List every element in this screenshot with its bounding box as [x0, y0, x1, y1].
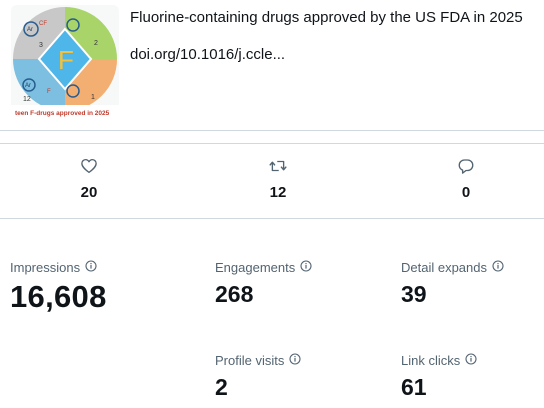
link-card-domain[interactable]: doi.org/10.1016/j.ccle...	[130, 46, 285, 63]
thumb-count-1: 1	[91, 94, 95, 101]
thumb-banner-text: teen F-drugs approved in 2025	[15, 110, 110, 117]
retweet-button[interactable]: 12	[248, 157, 308, 201]
impressions-value: 16,608	[10, 279, 107, 314]
engagements-metric: Engagements 268	[215, 260, 312, 308]
reply-button[interactable]: 0	[436, 157, 496, 201]
heart-icon	[81, 158, 97, 174]
info-icon[interactable]	[289, 353, 301, 368]
thumb-letter-f: F	[58, 45, 74, 75]
engagements-label: Engagements	[215, 260, 296, 275]
reply-count: 0	[461, 184, 471, 201]
like-count: 20	[80, 184, 98, 201]
info-icon[interactable]	[85, 260, 97, 275]
thumb-label-ar-f: Ar	[25, 83, 31, 89]
profile-visits-value: 2	[215, 374, 228, 400]
thumb-count-3: 3	[39, 42, 43, 49]
fluorine-drugs-graphic: Ar CF 3 2 12 1 Ar F F teen F-drugs appro…	[11, 7, 119, 117]
info-icon[interactable]	[492, 260, 504, 275]
link-clicks-value: 61	[401, 374, 427, 400]
impressions-metric: Impressions 16,608	[10, 260, 107, 315]
thumb-count-2: 2	[94, 40, 98, 47]
retweet-icon	[269, 160, 287, 172]
thumb-count-12: 12	[23, 96, 31, 103]
profile-visits-label: Profile visits	[215, 353, 285, 368]
detail-expands-value: 39	[401, 281, 427, 307]
retweet-count: 12	[269, 184, 287, 201]
link-clicks-metric: Link clicks 61	[401, 353, 477, 401]
engagements-value: 268	[215, 281, 254, 307]
info-icon[interactable]	[465, 353, 477, 368]
link-card-title[interactable]: Fluorine-containing drugs approved by th…	[130, 9, 523, 26]
thumb-label-cf3: CF	[39, 21, 47, 27]
profile-visits-metric: Profile visits 2	[215, 353, 301, 401]
thumb-label-f-x: F	[47, 89, 51, 95]
detail-expands-label: Detail expands	[401, 260, 487, 275]
like-button[interactable]: 20	[59, 157, 119, 201]
detail-expands-metric: Detail expands 39	[401, 260, 504, 308]
reply-icon	[458, 159, 474, 174]
info-icon[interactable]	[300, 260, 312, 275]
link-clicks-label: Link clicks	[401, 353, 461, 368]
thumb-label-ar-cf3: Ar	[27, 27, 33, 33]
impressions-label: Impressions	[10, 260, 81, 275]
link-thumbnail[interactable]: Ar CF 3 2 12 1 Ar F F teen F-drugs appro…	[11, 5, 119, 117]
